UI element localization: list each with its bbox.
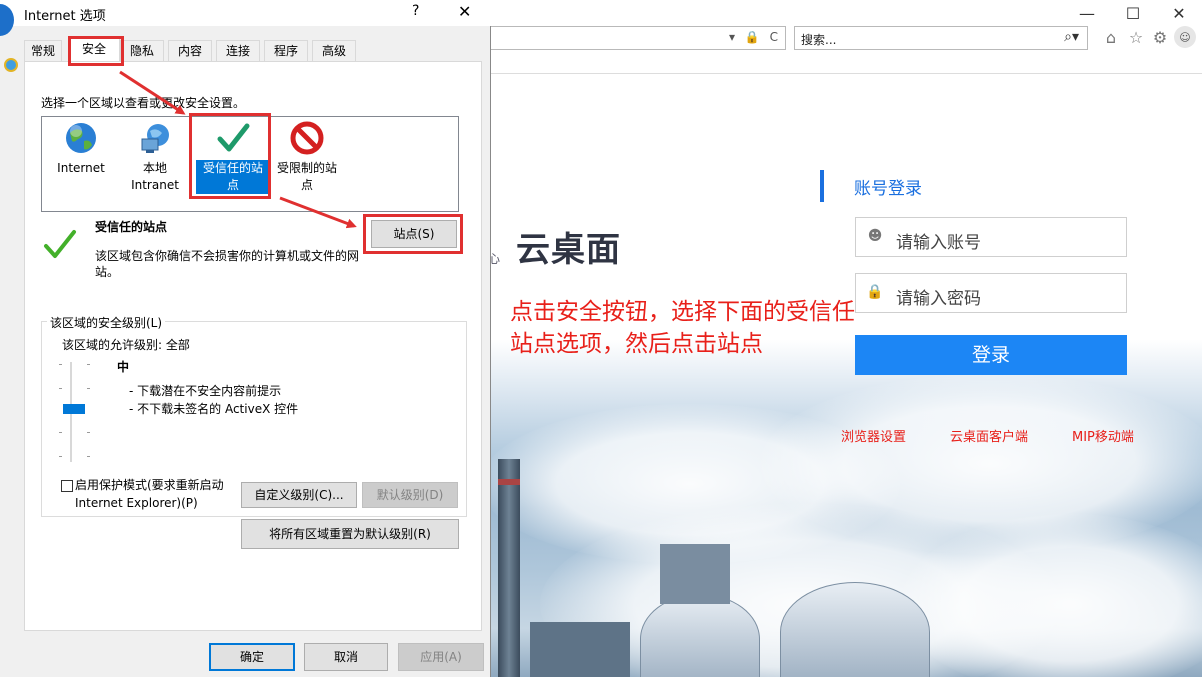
factory-building [660,544,730,604]
level-bullet: - 下载潜在不安全内容前提示 [129,384,282,398]
account-field[interactable]: ☻ 请输入账号 [855,217,1127,257]
search-input[interactable]: 搜索... ⌕▾ [794,26,1088,50]
security-level-legend: 该区域的安全级别(L) [47,314,166,331]
zone-prompt: 选择一个区域以查看或更改安全设置。 [41,96,246,110]
search-icon[interactable]: ⌕▾ [1064,29,1079,45]
address-bar[interactable]: ▾ 🔒 C [490,26,786,50]
reset-all-zones-button[interactable]: 将所有区域重置为默认级别(R) [241,519,459,549]
custom-level-button[interactable]: 自定义级别(C)... [241,482,357,508]
zone-intranet[interactable]: 本地 Intranet [118,121,192,193]
no-entry-icon [290,121,324,155]
security-slider-thumb[interactable] [63,404,85,414]
apply-button: 应用(A) [398,643,484,671]
cancel-button[interactable]: 取消 [304,643,388,671]
highlight-security-tab [68,36,124,66]
address-controls[interactable]: ▾ 🔒 C [729,30,781,44]
security-level-name: 中 [117,360,130,374]
globe-icon [66,123,96,153]
zone-internet[interactable]: Internet [44,121,118,193]
user-icon: ☻ [867,228,883,244]
zone-label: 受限制的站 点 [276,161,337,192]
default-level-button: 默认级别(D) [362,482,458,508]
minimize-button[interactable]: — [1064,0,1110,26]
mobile-link[interactable]: MIP移动端 [1072,426,1134,445]
protected-mode-checkbox[interactable] [61,480,73,492]
slider-tick [59,364,62,365]
login-title: 账号登录 [854,179,922,199]
tab-advanced[interactable]: 高级 [312,40,356,62]
logo-text: 云桌面 [516,230,621,270]
zone-description-text: 该区域包含你确信不会损害你的计算机或文件的网站。 [95,249,360,279]
internet-options-dialog: Internet 选项 ? ✕ 常规 安全 隐私 内容 连接 程序 高级 选择一… [0,0,491,677]
home-icon[interactable]: ⌂ [1101,27,1121,47]
slider-tick [59,456,62,457]
client-link[interactable]: 云桌面客户端 [950,426,1028,445]
factory-building [530,622,630,677]
intranet-icon [141,124,169,153]
slider-tick [59,388,62,389]
close-button[interactable]: ✕ [1156,0,1202,26]
level-bullet: - 不下载未签名的 ActiveX 控件 [129,402,299,416]
account-placeholder: 请输入账号 [896,233,981,253]
allowed-level: 该区域的允许级别: 全部 [62,338,190,352]
ie-tab-icon [4,58,18,72]
smiley-icon[interactable]: ☺ [1174,26,1196,48]
annotation-text: 点击安全按钮，选择下面的受信任站点选项，然后点击站点 [510,299,855,357]
star-icon[interactable]: ☆ [1126,27,1146,47]
highlight-sites-button [363,214,463,254]
zone-restricted-sites[interactable]: 受限制的站 点 [270,121,344,193]
chimney [498,459,520,677]
zone-description-title: 受信任的站点 [95,220,168,234]
slider-tick [59,432,62,433]
slider-tick [87,432,90,433]
password-field[interactable]: 🔒 请输入密码 [855,273,1127,313]
zone-label: 本地 Intranet [131,161,179,192]
tab-content[interactable]: 内容 [168,40,212,62]
tab-connections[interactable]: 连接 [216,40,260,62]
dialog-close-button[interactable]: ✕ [458,2,471,21]
password-placeholder: 请输入密码 [896,289,981,309]
login-accent-bar [820,170,824,202]
tab-privacy[interactable]: 隐私 [120,40,164,62]
slider-tick [87,456,90,457]
protected-mode-label: 启用保护模式(要求重新启动 Internet Explorer)(P) [75,478,224,510]
tab-programs[interactable]: 程序 [264,40,308,62]
dome-building [640,594,760,677]
dialog-title: Internet 选项 [24,9,106,24]
ok-button[interactable]: 确定 [209,643,295,671]
gear-icon[interactable]: ⚙ [1150,27,1170,47]
dialog-titlebar: Internet 选项 ? ✕ [0,0,491,26]
login-button[interactable]: 登录 [855,335,1127,375]
maximize-button[interactable]: ☐ [1110,0,1156,26]
tab-general[interactable]: 常规 [24,40,62,62]
zone-label: Internet [57,161,105,175]
highlight-trusted-sites [189,113,271,199]
browser-settings-link[interactable]: 浏览器设置 [841,426,906,445]
slider-tick [87,388,90,389]
slider-tick [87,364,90,365]
help-button[interactable]: ? [412,3,419,19]
search-placeholder: 搜索... [801,33,837,47]
checkmark-icon [44,230,76,258]
dome-building [780,582,930,677]
lock-icon: 🔒 [866,284,884,300]
